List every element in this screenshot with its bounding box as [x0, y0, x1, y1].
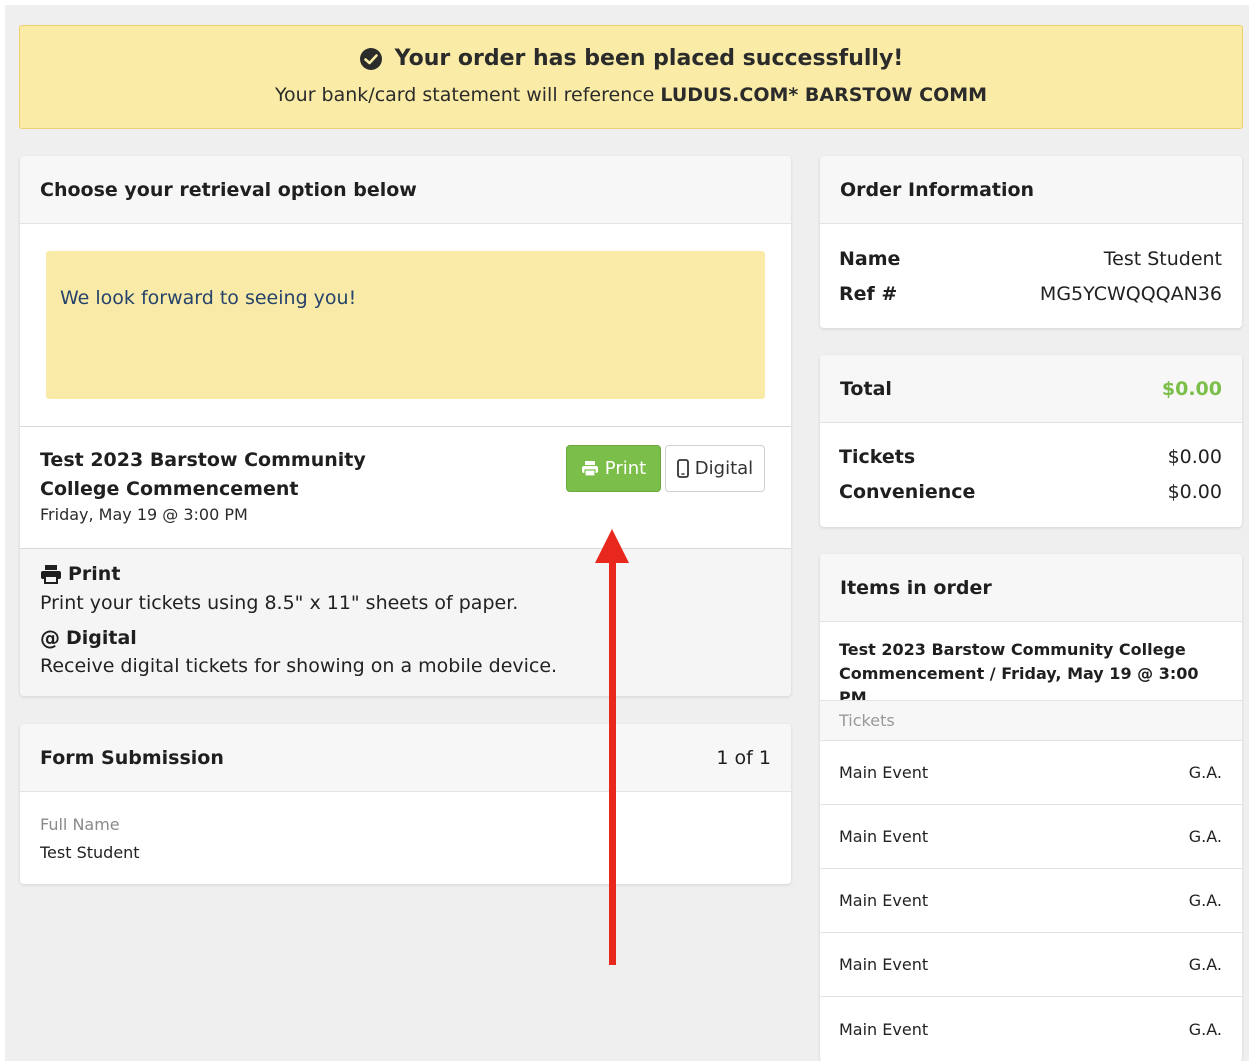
item-name: Main Event [839, 891, 929, 910]
divider [20, 548, 791, 549]
banner-statement: Your bank/card statement will reference … [20, 84, 1242, 106]
items-card: Items in order Test 2023 Barstow Communi… [820, 554, 1242, 1061]
item-name: Main Event [839, 1019, 929, 1039]
digital-option-desc: Receive digital tickets for showing on a… [40, 655, 558, 677]
total-value: $0.00 [1161, 377, 1222, 400]
event-title: Test 2023 Barstow Community College Comm… [40, 449, 366, 500]
digital-button-label: Digital [694, 458, 754, 479]
name-row: Name Test Student [839, 248, 1222, 270]
banner-title-row: Your order has been placed successfully! [20, 46, 1242, 71]
retrieval-options: Print Print your tickets using 8.5" x 11… [20, 548, 791, 696]
total-header: Total $0.00 [820, 355, 1242, 423]
form-submission-card: Form Submission 1 of 1 Full Name Test St… [20, 724, 791, 884]
tickets-row: Tickets $0.00 [839, 446, 1222, 468]
items-subheader: Tickets [820, 700, 1242, 741]
list-item: Main Event G.A. [820, 805, 1242, 869]
item-type: G.A. [1188, 955, 1222, 974]
items-header: Items in order [820, 554, 1242, 622]
list-item: Main Event G.A. [820, 997, 1242, 1061]
order-info-card: Order Information Name Test Student Ref … [820, 156, 1242, 328]
item-name: Main Event [839, 955, 929, 974]
item-name: Main Event [839, 827, 929, 846]
item-type: G.A. [1188, 763, 1222, 782]
arrow-annotation [595, 529, 629, 965]
print-option-label: Print [68, 563, 121, 585]
tickets-value: $0.00 [1167, 446, 1222, 468]
field-value: Test Student [40, 843, 140, 862]
retrieval-header: Choose your retrieval option below [20, 156, 791, 224]
item-type: G.A. [1188, 891, 1222, 910]
form-title: Form Submission [40, 746, 224, 769]
success-banner: Your order has been placed successfully!… [19, 25, 1243, 129]
statement-prefix: Your bank/card statement will reference [274, 84, 655, 106]
check-circle-icon [359, 47, 382, 70]
notice-box: We look forward to seeing you! [46, 251, 765, 399]
divider [20, 426, 791, 427]
total-label: Total [840, 377, 892, 400]
page: Your order has been placed successfully!… [5, 5, 1249, 1061]
digital-button[interactable]: Digital [665, 445, 765, 492]
convenience-label: Convenience [839, 481, 976, 503]
item-type: G.A. [1188, 1019, 1222, 1039]
list-item: Main Event G.A. [820, 869, 1242, 933]
order-info-header: Order Information [820, 156, 1242, 224]
printer-icon [581, 461, 598, 477]
retrieval-card: Choose your retrieval option below We lo… [20, 156, 791, 696]
name-value: Test Student [1103, 248, 1222, 270]
ref-row: Ref # MG5YCWQQQAN36 [839, 283, 1222, 305]
digital-option-title: @ Digital [40, 626, 137, 650]
tickets-label: Tickets [839, 446, 916, 468]
form-header: Form Submission 1 of 1 [20, 724, 791, 792]
convenience-value: $0.00 [1167, 481, 1222, 503]
ref-value: MG5YCWQQQAN36 [1039, 283, 1222, 305]
print-button[interactable]: Print [566, 445, 661, 492]
ref-label: Ref # [839, 283, 898, 305]
mobile-icon [676, 459, 689, 478]
statement-reference: LUDUS.COM* BARSTOW COMM [660, 84, 988, 106]
digital-option-label: Digital [66, 627, 137, 649]
at-icon: @ [40, 626, 60, 650]
list-item: Main Event G.A. [820, 741, 1242, 805]
item-type: G.A. [1188, 827, 1222, 846]
name-label: Name [839, 248, 901, 270]
event-date: Friday, May 19 @ 3:00 PM [40, 505, 248, 524]
form-count: 1 of 1 [716, 746, 771, 769]
item-name: Main Event [839, 763, 929, 782]
convenience-row: Convenience $0.00 [839, 481, 1222, 503]
printer-icon [41, 565, 61, 584]
print-option-desc: Print your tickets using 8.5" x 11" shee… [40, 592, 519, 614]
list-item: Main Event G.A. [820, 933, 1242, 997]
totals-card: Total $0.00 Tickets $0.00 Convenience $0… [820, 355, 1242, 527]
print-button-label: Print [604, 458, 647, 479]
field-label: Full Name [40, 815, 120, 834]
banner-title: Your order has been placed successfully! [394, 46, 904, 71]
print-option-title: Print [40, 563, 120, 585]
